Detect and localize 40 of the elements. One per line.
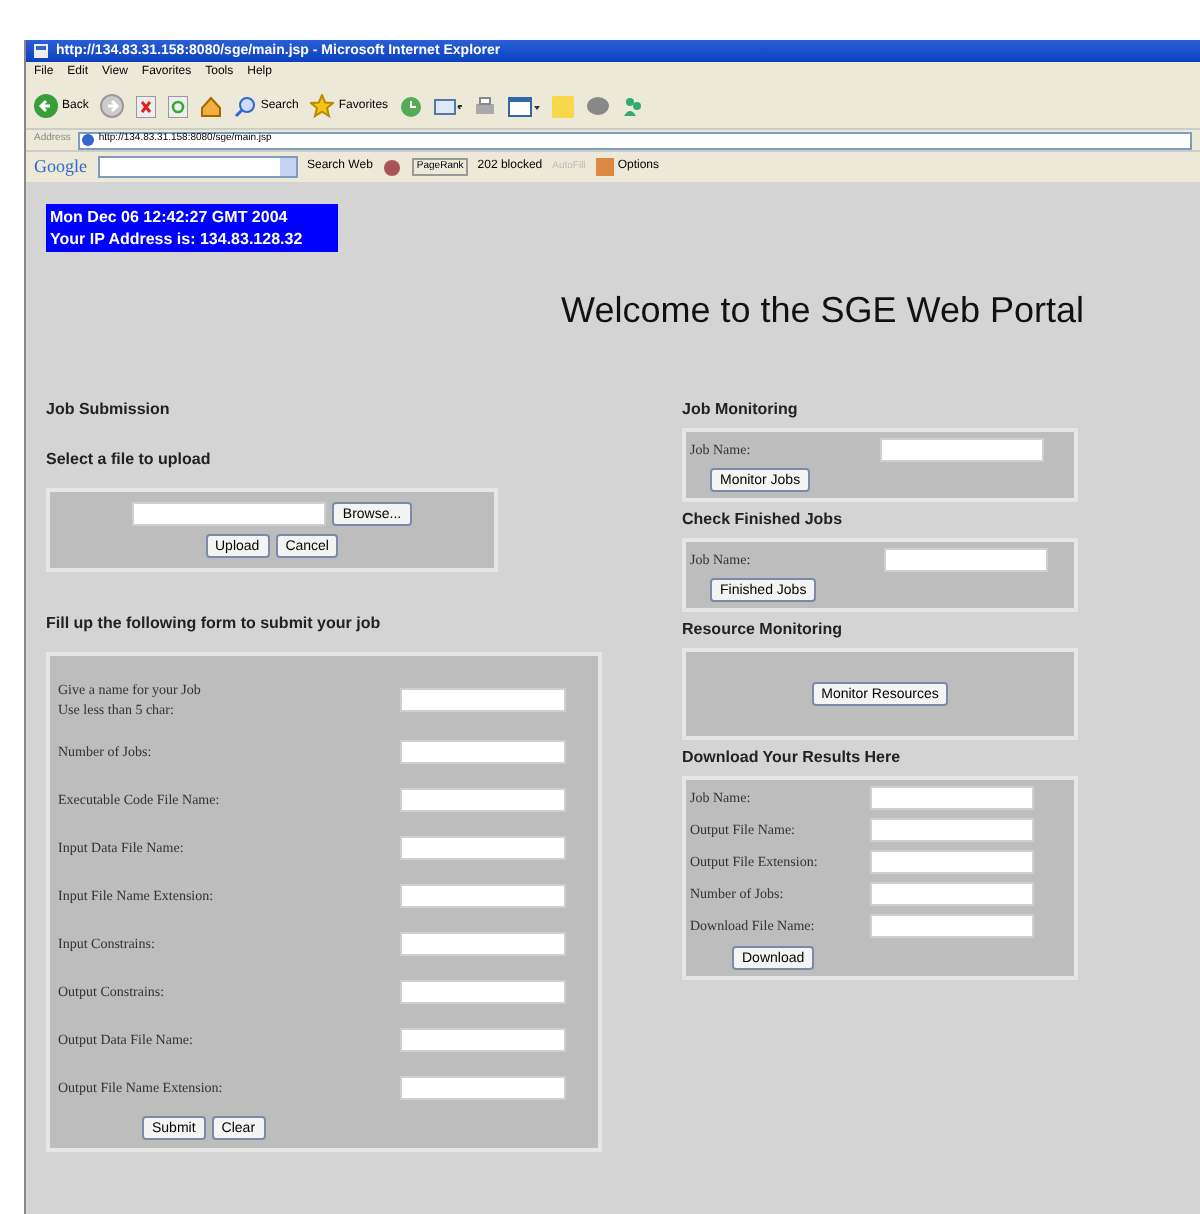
printer-icon[interactable]	[474, 95, 497, 117]
input-field[interactable]	[400, 788, 566, 812]
google-search-field[interactable]	[97, 156, 297, 178]
input-field[interactable]	[870, 786, 1034, 810]
google-logo[interactable]: Google	[34, 153, 87, 181]
section-heading: Check Finished Jobs	[682, 508, 845, 532]
refresh-icon[interactable]	[168, 95, 189, 117]
page-heading: Welcome to the SGE Web Portal	[561, 288, 1084, 334]
back-arrow-icon	[34, 94, 58, 118]
date-text: Mon Dec 06 12:42:27 GMT 2004	[50, 206, 290, 228]
input-field[interactable]	[400, 980, 566, 1004]
input-field[interactable]	[400, 1028, 566, 1052]
search-icon	[234, 95, 257, 117]
stop-icon[interactable]	[136, 95, 157, 117]
input-field[interactable]	[400, 688, 566, 712]
input-field[interactable]	[400, 1076, 566, 1100]
input-field[interactable]	[400, 836, 566, 860]
history-icon[interactable]	[400, 95, 423, 117]
home-icon[interactable]	[200, 95, 223, 117]
section-heading: Resource Monitoring	[682, 618, 845, 642]
section-heading: Job Submission	[46, 398, 172, 422]
section-heading: Download Your Results Here	[682, 746, 903, 770]
section-heading: Select a file to upload	[46, 448, 213, 472]
input-field[interactable]	[880, 438, 1044, 462]
input-field[interactable]	[884, 548, 1048, 572]
input-field[interactable]	[870, 818, 1034, 842]
input-field[interactable]	[870, 882, 1034, 906]
chat-bubble-icon[interactable]	[586, 95, 611, 117]
ip-address-text: Your IP Address is: 134.83.128.32	[50, 228, 305, 250]
input-field[interactable]	[400, 932, 566, 956]
star-icon	[310, 94, 335, 118]
people-icon[interactable]	[622, 95, 645, 117]
section-heading: Job Monitoring	[682, 398, 800, 422]
input-field[interactable]	[870, 914, 1034, 938]
input-field[interactable]	[400, 884, 566, 908]
input-field[interactable]	[132, 502, 327, 526]
input-field[interactable]	[870, 850, 1034, 874]
section-heading: Fill up the following form to submit your job	[46, 612, 383, 636]
edit-window-icon[interactable]	[508, 95, 541, 117]
input-field[interactable]	[400, 740, 566, 764]
